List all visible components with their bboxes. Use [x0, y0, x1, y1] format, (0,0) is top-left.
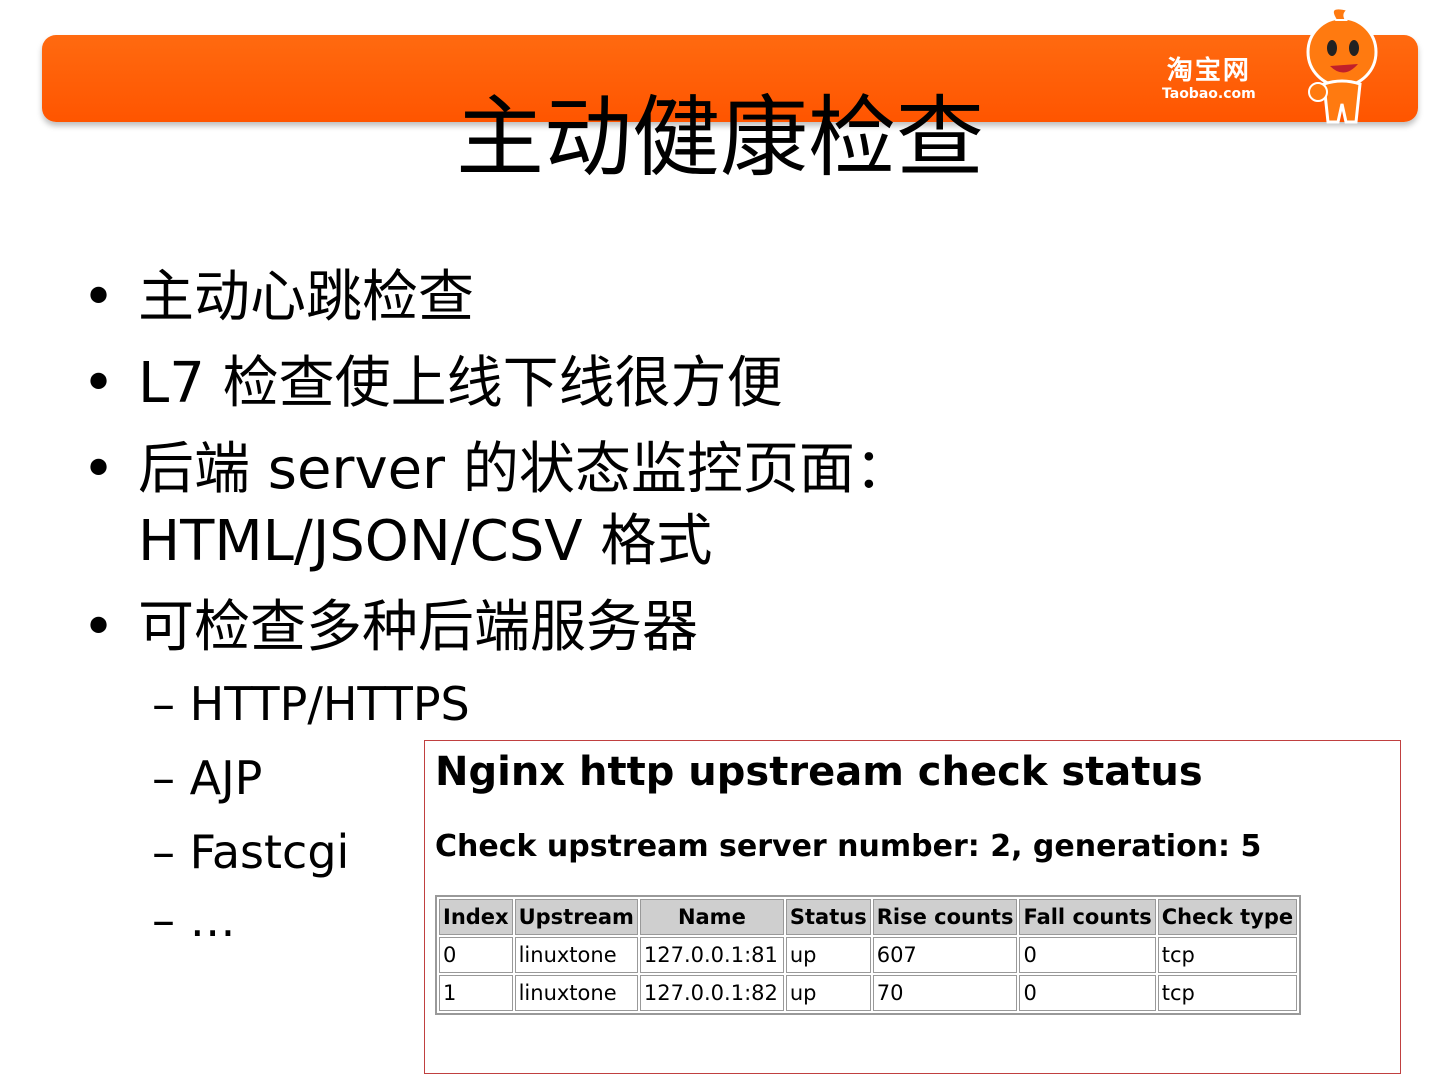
status-page-screenshot: Nginx http upstream check status Check u… [424, 740, 1401, 1074]
cell: 127.0.0.1:81 [639, 937, 784, 973]
cell: up [785, 937, 871, 973]
cell: 607 [872, 937, 1018, 973]
sub-item: – AJP [152, 751, 263, 805]
cell: tcp [1157, 937, 1298, 973]
column-header: Status [785, 899, 871, 935]
cell: 0 [1019, 937, 1156, 973]
cell: 0 [439, 937, 513, 973]
sub-item: – HTTP/HTTPS [152, 677, 470, 731]
slide-title: 主动健康检查 [455, 86, 984, 189]
status-table: Index Upstream Name Status Rise counts F… [435, 895, 1302, 1015]
sub-item: – … [152, 893, 236, 947]
cell: 70 [872, 975, 1018, 1011]
column-header: Index [439, 899, 513, 935]
column-header: Upstream [514, 899, 638, 935]
status-heading: Nginx http upstream check status [435, 749, 1203, 795]
logo-cn: 淘宝网 [1166, 56, 1251, 86]
table-header-row: Index Upstream Name Status Rise counts F… [439, 899, 1298, 935]
sub-item: – Fastcgi [152, 825, 350, 879]
bullet-list: 主动心跳检查 L7 检查使上线下线很方便 后端 server 的状态监控页面： … [82, 262, 1372, 678]
column-header: Rise counts [872, 899, 1018, 935]
cell: 127.0.0.1:82 [639, 975, 784, 1011]
bullet-item: 可检查多种后端服务器 [82, 592, 1372, 664]
cell: 1 [439, 975, 513, 1011]
cell: up [785, 975, 871, 1011]
column-header: Check type [1157, 899, 1298, 935]
table-row: 0 linuxtone 127.0.0.1:81 up 607 0 tcp [439, 937, 1298, 973]
cell: tcp [1157, 975, 1298, 1011]
column-header: Fall counts [1019, 899, 1156, 935]
bullet-item: 后端 server 的状态监控页面： HTML/JSON/CSV 格式 [82, 434, 1372, 578]
cell: 0 [1019, 975, 1156, 1011]
bullet-item: 主动心跳检查 [82, 262, 1372, 334]
cell: linuxtone [514, 937, 638, 973]
table-row: 1 linuxtone 127.0.0.1:82 up 70 0 tcp [439, 975, 1298, 1011]
status-summary: Check upstream server number: 2, generat… [435, 829, 1262, 864]
cell: linuxtone [514, 975, 638, 1011]
bullet-item: L7 检查使上线下线很方便 [82, 348, 1372, 420]
column-header: Name [639, 899, 784, 935]
